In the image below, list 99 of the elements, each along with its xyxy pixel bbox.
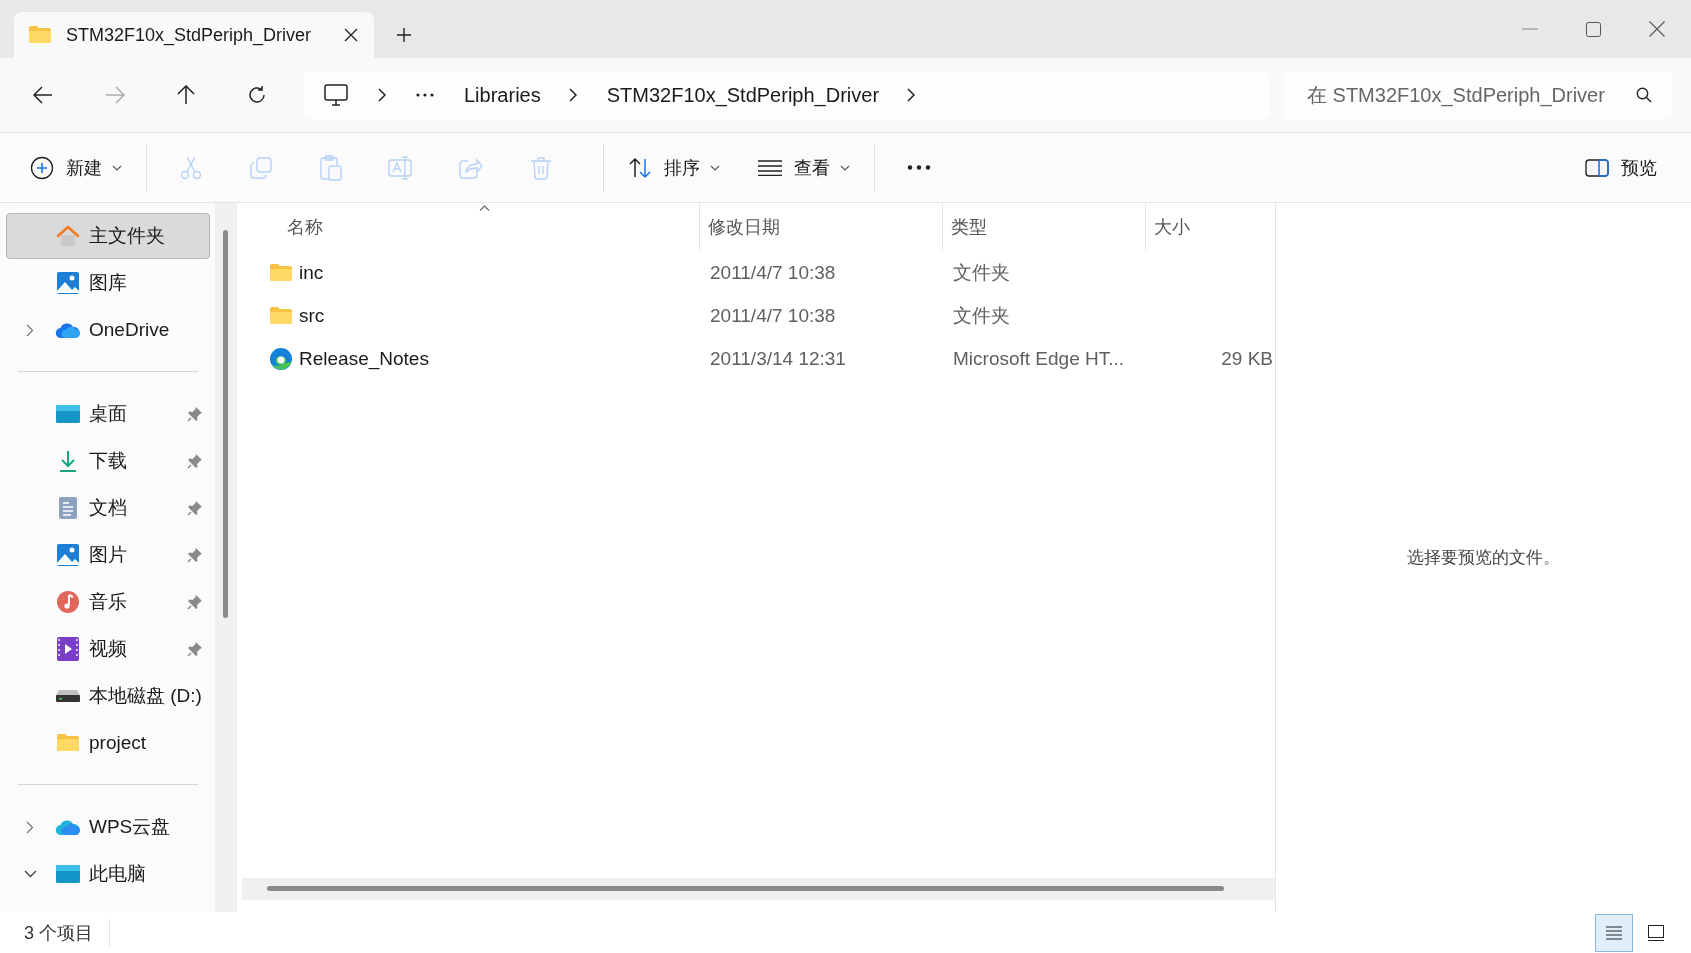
sidebar-item[interactable]: WPS云盘 <box>6 804 210 850</box>
pin-icon[interactable] <box>187 406 203 422</box>
browser-file-icon <box>269 346 293 371</box>
pin-icon[interactable] <box>187 594 203 610</box>
chevron-right-icon <box>378 88 386 102</box>
rename-icon <box>388 154 414 181</box>
toolbar-button[interactable]: 查看 <box>752 145 856 190</box>
column-header[interactable]: 名称 <box>237 203 700 251</box>
scissors-icon <box>180 155 202 180</box>
preview-pane-button[interactable]: 预览 <box>1579 145 1661 190</box>
file-row[interactable]: inc 2011/4/7 10:38 文件夹 <box>237 251 1275 294</box>
breadcrumb-item[interactable]: Libraries <box>464 83 541 107</box>
share-icon <box>459 156 483 179</box>
video-icon <box>57 637 79 661</box>
size-cell: 29 KB <box>1221 347 1273 370</box>
drive-icon <box>56 690 80 702</box>
caret-icon <box>710 164 720 171</box>
scrollbar-thumb[interactable] <box>267 886 1224 891</box>
sidebar-item[interactable]: 音乐 <box>6 579 210 625</box>
sidebar-item[interactable]: OneDrive <box>6 307 210 353</box>
music-icon <box>56 590 80 614</box>
item-count: 3 个项目 <box>24 921 93 945</box>
new-tab-icon[interactable] <box>396 27 412 43</box>
sidebar-item[interactable]: 桌面 <box>6 391 210 437</box>
chevron-right-icon[interactable] <box>907 88 916 102</box>
sidebar-item[interactable]: project <box>6 720 210 766</box>
picture-icon <box>56 271 80 295</box>
desktop-icon <box>56 864 80 884</box>
back-arrow-icon[interactable] <box>33 86 53 104</box>
panel-icon <box>1585 158 1609 177</box>
type-cell: Microsoft Edge HT... <box>953 347 1125 370</box>
sidebar-item[interactable]: 视频 <box>6 626 210 672</box>
sidebar-item[interactable]: 主文件夹 <box>6 213 210 259</box>
type-cell-text: 文件夹 <box>953 303 1010 328</box>
sidebar-item[interactable]: 此电脑 <box>6 851 210 897</box>
plus-circle-icon <box>30 155 54 180</box>
computer-icon <box>324 84 348 106</box>
cloud-icon <box>55 321 81 339</box>
view-toggle[interactable] <box>1595 913 1633 952</box>
pin-icon[interactable] <box>187 500 203 516</box>
file-row[interactable]: src 2011/4/7 10:38 文件夹 <box>237 294 1275 337</box>
pin-icon[interactable] <box>187 453 203 469</box>
more-icon[interactable] <box>416 93 434 97</box>
date-cell: 2011/4/7 10:38 <box>710 261 836 284</box>
caret-icon <box>840 164 850 171</box>
pin-icon[interactable] <box>187 641 203 657</box>
preview-view-icon <box>1648 924 1664 941</box>
cloud-icon <box>55 818 81 836</box>
date-cell: 2011/4/7 10:38 <box>710 304 836 327</box>
sidebar-item[interactable]: 本地磁盘 (D:) <box>6 673 210 719</box>
pin-icon[interactable] <box>187 547 203 563</box>
sort-arrows-icon <box>628 156 652 179</box>
tab-title: STM32F10x_StdPeriph_Driver <box>66 24 313 46</box>
date-cell: 2011/3/14 12:31 <box>710 347 846 370</box>
folder-icon <box>269 262 293 283</box>
sidebar-item[interactable]: 图片 <box>6 532 210 578</box>
folder-icon <box>269 305 293 326</box>
column-header[interactable]: 大小 <box>1146 203 1275 251</box>
column-header[interactable]: 修改日期 <box>700 203 943 251</box>
sidebar-item[interactable]: 下载 <box>6 438 210 484</box>
scrollbar-thumb[interactable] <box>223 230 228 618</box>
trash-icon <box>530 155 552 180</box>
maximize-icon[interactable] <box>1586 21 1601 37</box>
sidebar-item[interactable]: 图库 <box>6 260 210 306</box>
search-icon <box>1636 87 1652 103</box>
more-icon[interactable] <box>907 165 931 170</box>
refresh-icon[interactable] <box>247 85 267 105</box>
clipboard-icon <box>320 154 342 181</box>
chevron-down-icon[interactable] <box>23 870 37 878</box>
close-icon[interactable] <box>344 28 358 42</box>
desktop-icon <box>56 404 80 424</box>
file-name: inc <box>299 261 324 284</box>
column-header[interactable]: 类型 <box>943 203 1146 251</box>
file-name: Release_Notes <box>299 347 429 370</box>
file-row[interactable]: Release_Notes 2011/3/14 12:31 Microsoft Edge HT... 29 KB <box>237 337 1275 380</box>
folder-icon <box>56 733 80 753</box>
copy-icon <box>250 156 272 179</box>
caret-icon <box>112 164 122 171</box>
address-bar[interactable]: Libraries STM32F10x_StdPeriph_Driver <box>304 71 1270 119</box>
download-icon <box>58 449 78 473</box>
close-icon[interactable] <box>1649 21 1665 37</box>
preview-message: 选择要预览的文件。 <box>1407 547 1560 569</box>
details-view-icon <box>1606 925 1622 940</box>
folder-icon <box>28 25 52 45</box>
picture-icon <box>56 543 80 567</box>
list-icon <box>758 159 782 176</box>
toolbar-button[interactable]: 新建 <box>24 145 128 190</box>
up-arrow-icon[interactable] <box>177 85 195 105</box>
search-field[interactable]: 在 STM32F10x_StdPeriph_Driver <box>1283 71 1672 119</box>
chevron-right-icon[interactable] <box>568 88 577 102</box>
file-name: src <box>299 304 325 327</box>
sidebar-item[interactable]: 文档 <box>6 485 210 531</box>
type-cell-text: 文件夹 <box>953 260 1010 285</box>
document-icon <box>58 496 78 520</box>
home-icon <box>56 225 80 247</box>
toolbar-button[interactable]: 排序 <box>622 145 726 190</box>
window-tab[interactable]: STM32F10x_StdPeriph_Driver <box>14 12 374 58</box>
forward-arrow-icon[interactable] <box>105 86 125 104</box>
breadcrumb-item[interactable]: STM32F10x_StdPeriph_Driver <box>606 83 880 107</box>
